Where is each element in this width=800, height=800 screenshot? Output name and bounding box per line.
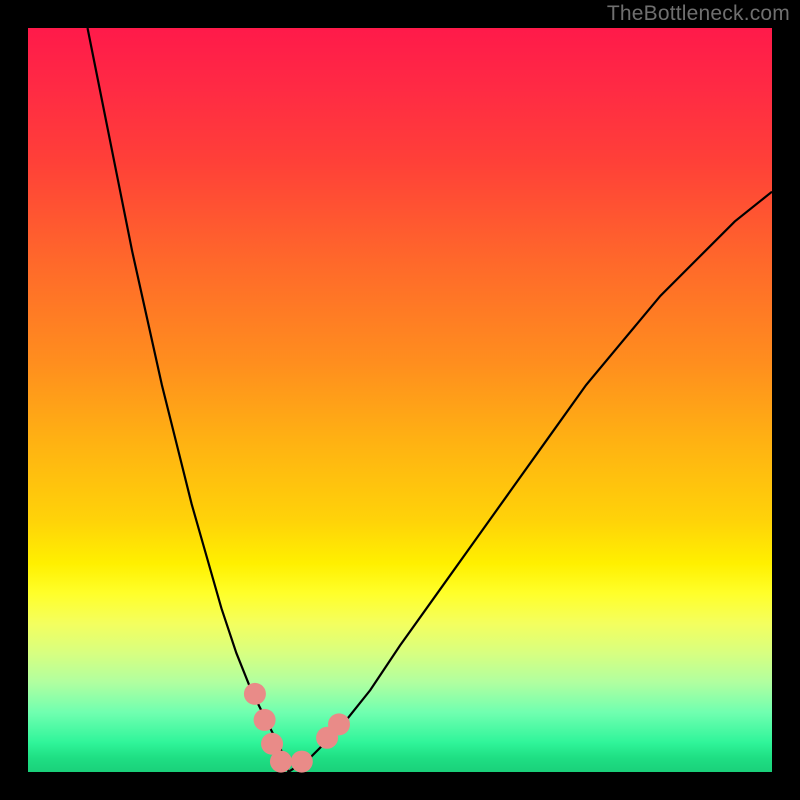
highlight-dots [244,683,350,773]
highlight-dot [270,751,292,773]
bottleneck-curve [88,28,772,772]
chart-svg [28,28,772,772]
watermark-text: TheBottleneck.com [607,2,790,26]
plot-area [28,28,772,772]
highlight-dot [254,709,276,731]
chart-stage: TheBottleneck.com [0,0,800,800]
highlight-dot [291,751,313,773]
highlight-dot [328,713,350,735]
highlight-dot [244,683,266,705]
